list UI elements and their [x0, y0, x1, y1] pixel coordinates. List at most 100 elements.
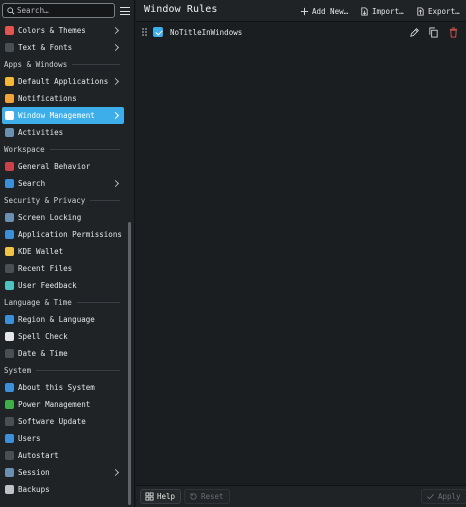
sidebar-item-about-this-system[interactable]: About this System	[0, 379, 124, 396]
sidebar-item-autostart[interactable]: Autostart	[0, 447, 124, 464]
sidebar-item-label: Notifications	[18, 94, 77, 103]
sidebar-item-label: Power Management	[18, 400, 91, 409]
info-icon	[5, 383, 14, 392]
export-icon	[417, 6, 424, 16]
hamburger-menu-button[interactable]	[118, 4, 132, 18]
rule-row[interactable]: NoTitleInWindows	[136, 24, 466, 41]
help-label: Help	[157, 492, 176, 501]
recent-files-icon	[5, 264, 14, 273]
search-globe-icon	[5, 179, 14, 188]
autostart-icon	[5, 451, 14, 460]
sidebar-item-date-and-time[interactable]: Date & Time	[0, 345, 124, 362]
sidebar-item-notifications[interactable]: Notifications	[0, 90, 124, 107]
sidebar-item-label: Activities	[18, 128, 64, 137]
session-icon	[5, 468, 14, 477]
sidebar-item-activities[interactable]: Activities	[0, 124, 124, 141]
main-panel: Window Rules Add New… Import… Export… No…	[136, 0, 466, 507]
sidebar-item-region-and-language[interactable]: Region & Language	[0, 311, 124, 328]
section-header-language-and-time: Language & Time	[0, 294, 124, 311]
sidebar-nav: Colors & Themes Text & Fonts Apps & Window…	[0, 22, 124, 498]
sidebar-item-label: General Behavior	[18, 162, 91, 171]
sidebar-item-label: Window Management	[18, 111, 95, 120]
plus-icon	[300, 7, 309, 15]
sidebar-item-label: About this System	[18, 383, 95, 392]
reset-icon	[190, 493, 197, 500]
add-new-label: Add New…	[312, 6, 349, 16]
sidebar-item-label: Users	[18, 434, 41, 443]
chevron-right-icon	[112, 179, 120, 187]
chevron-right-icon	[112, 77, 120, 85]
reset-label: Reset	[201, 492, 224, 501]
sidebar-item-label: User Feedback	[18, 281, 77, 290]
sidebar-item-label: Colors & Themes	[18, 26, 86, 35]
feedback-icon	[5, 281, 14, 290]
sidebar-item-window-management[interactable]: Window Management	[2, 107, 124, 124]
sidebar-item-recent-files[interactable]: Recent Files	[0, 260, 124, 277]
sidebar-item-general-behavior[interactable]: General Behavior	[0, 158, 124, 175]
hamburger-bar	[120, 10, 130, 12]
page-header: Window Rules Add New… Import… Export…	[136, 0, 466, 22]
sidebar-item-label: Region & Language	[18, 315, 95, 324]
checkmark-icon	[427, 493, 434, 500]
sidebar-item-spell-check[interactable]: Spell Check	[0, 328, 124, 345]
clock-icon	[5, 349, 14, 358]
edit-icon[interactable]	[409, 27, 420, 38]
sidebar-item-label: Recent Files	[18, 264, 73, 273]
sidebar-item-label: Text & Fonts	[18, 43, 73, 52]
import-icon	[361, 6, 368, 16]
sidebar-item-label: Autostart	[18, 451, 59, 460]
sidebar-item-screen-locking[interactable]: Screen Locking	[0, 209, 124, 226]
help-button[interactable]: Help	[140, 489, 182, 504]
section-header-apps-and-windows: Apps & Windows	[0, 56, 124, 73]
sidebar-item-default-applications[interactable]: Default Applications	[0, 73, 124, 90]
chevron-right-icon	[112, 468, 120, 476]
import-button[interactable]: Import…	[360, 5, 404, 17]
sidebar-item-kde-wallet[interactable]: KDE Wallet	[0, 243, 124, 260]
sidebar-item-session[interactable]: Session	[0, 464, 124, 481]
wallet-icon	[5, 247, 14, 256]
window-icon	[5, 111, 14, 120]
sidebar-item-application-permissions[interactable]: Application Permissions	[0, 226, 124, 243]
sidebar-item-label: Search	[18, 179, 46, 188]
duplicate-icon[interactable]	[428, 27, 439, 38]
general-behavior-icon	[5, 162, 14, 171]
page-title: Window Rules	[144, 4, 218, 15]
sidebar-item-colors-and-themes[interactable]: Colors & Themes	[0, 22, 124, 39]
section-header-label: Apps & Windows	[4, 60, 68, 69]
update-icon	[5, 417, 14, 426]
add-new-button[interactable]: Add New…	[300, 5, 348, 17]
sidebar-scrollbar[interactable]	[128, 222, 131, 505]
help-icon	[145, 492, 154, 501]
sidebar-item-label: Date & Time	[18, 349, 68, 358]
sidebar-item-label: Backups	[18, 485, 50, 494]
sidebar-item-search[interactable]: Search	[0, 175, 124, 192]
sidebar-item-user-feedback[interactable]: User Feedback	[0, 277, 124, 294]
section-header-label: System	[4, 366, 32, 375]
export-button[interactable]: Export…	[416, 5, 460, 17]
apply-button[interactable]: Apply	[421, 489, 466, 504]
section-divider	[72, 64, 120, 65]
hamburger-bar	[120, 7, 130, 9]
sidebar-item-software-update[interactable]: Software Update	[0, 413, 124, 430]
export-label: Export…	[428, 6, 460, 16]
sidebar-item-power-management[interactable]: Power Management	[0, 396, 124, 413]
palette-icon	[5, 26, 14, 35]
region-icon	[5, 315, 14, 324]
sidebar-item-label: Screen Locking	[18, 213, 82, 222]
section-header-workspace: Workspace	[0, 141, 124, 158]
sidebar-item-users[interactable]: Users	[0, 430, 124, 447]
font-icon	[5, 43, 14, 52]
sidebar-item-text-and-fonts[interactable]: Text & Fonts	[0, 39, 124, 56]
search-field[interactable]	[2, 3, 115, 18]
search-input[interactable]	[17, 5, 113, 16]
drag-handle-icon[interactable]	[142, 28, 148, 37]
section-header-label: Language & Time	[4, 298, 72, 307]
users-icon	[5, 434, 14, 443]
delete-icon[interactable]	[448, 27, 459, 38]
sidebar-item-backups[interactable]: Backups	[0, 481, 124, 498]
shield-icon	[5, 230, 14, 239]
rule-enabled-checkbox[interactable]	[153, 27, 163, 37]
reset-button[interactable]: Reset	[184, 489, 230, 504]
activities-icon	[5, 128, 14, 137]
section-divider	[90, 200, 120, 201]
